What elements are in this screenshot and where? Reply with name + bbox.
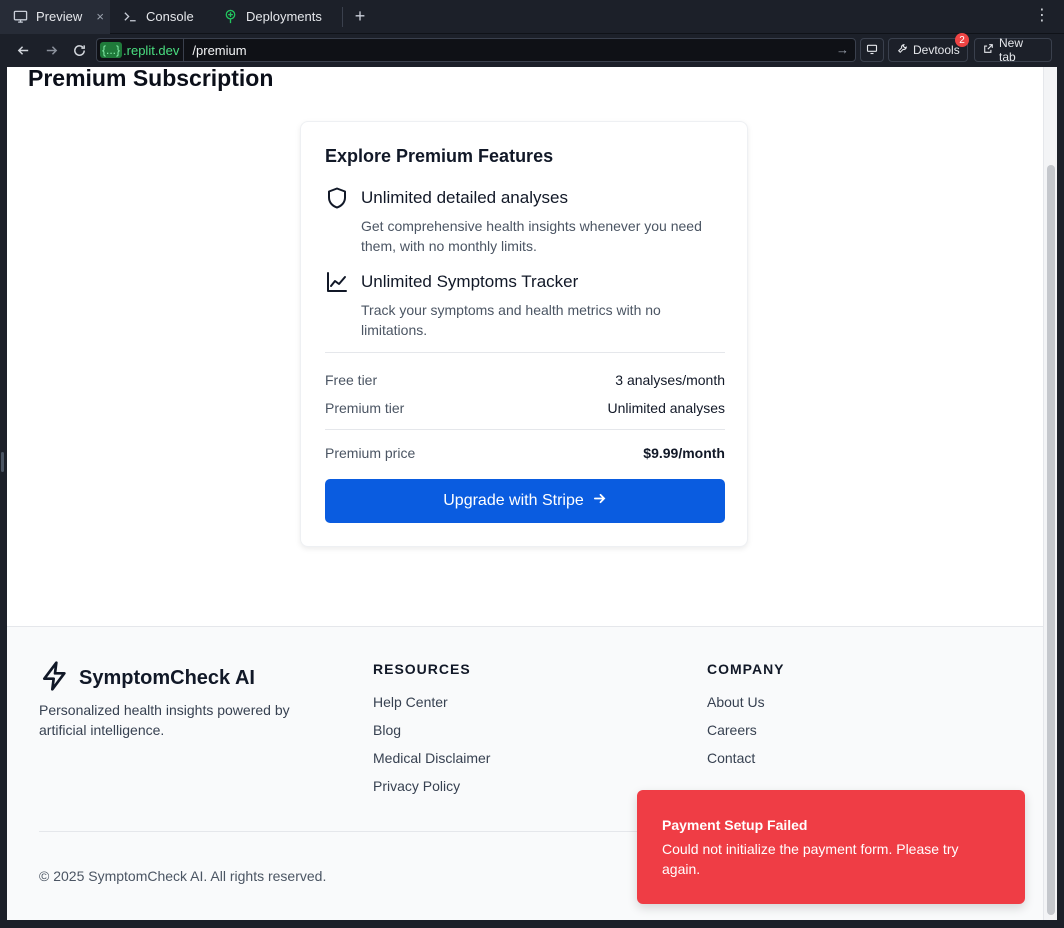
tab-label: Console	[146, 9, 194, 24]
domain-chip[interactable]: {...} .replit.dev	[97, 39, 185, 61]
feature-item: Unlimited detailed analyses Get comprehe…	[325, 186, 725, 256]
devtools-badge: 2	[955, 33, 969, 47]
tab-preview[interactable]: Preview ×	[0, 0, 110, 34]
forward-arrow-icon[interactable]	[37, 36, 65, 64]
footer-company-column: COMPANY About Us Careers Contact	[707, 661, 785, 776]
arrow-right-icon	[592, 491, 607, 511]
footer-link-privacy-policy[interactable]: Privacy Policy	[373, 776, 490, 804]
tier-row: Premium tier Unlimited analyses	[325, 400, 725, 416]
scrollbar-thumb[interactable]	[1047, 165, 1055, 915]
tier-row: Free tier 3 analyses/month	[325, 372, 725, 388]
domain-text: .replit.dev	[123, 42, 180, 58]
footer-resources-column: RESOURCES Help Center Blog Medical Discl…	[373, 661, 490, 804]
tab-label: Deployments	[246, 9, 322, 24]
footer-link-contact[interactable]: Contact	[707, 748, 785, 776]
new-tab-button[interactable]: New tab	[974, 36, 1052, 64]
feature-description: Track your symptoms and health metrics w…	[361, 302, 661, 338]
deployments-icon	[222, 9, 238, 25]
page-scrollbar[interactable]	[1043, 67, 1057, 920]
wrench-icon	[897, 43, 908, 57]
column-heading: RESOURCES	[373, 661, 471, 677]
card-title: Explore Premium Features	[325, 146, 554, 166]
brand-description: Personalized health insights powered by …	[39, 702, 290, 738]
new-tab-plus-icon[interactable]: +	[343, 0, 377, 34]
url-path[interactable]: /premium	[192, 43, 246, 58]
tier-label: Premium tier	[325, 400, 405, 416]
brand-name: SymptomCheck AI	[79, 667, 255, 689]
tier-value: 3 analyses/month	[615, 372, 725, 388]
close-tab-icon[interactable]: ×	[96, 9, 104, 24]
more-menu-icon[interactable]: ⋮	[1034, 8, 1050, 24]
price-value: $9.99/month	[643, 445, 725, 461]
price-label: Premium price	[325, 445, 416, 461]
column-heading: COMPANY	[707, 661, 785, 677]
cta-label: Upgrade with Stripe	[443, 492, 584, 509]
copyright-text: © 2025 SymptomCheck AI. All rights reser…	[39, 868, 327, 884]
price-row: Premium price $9.99/month	[325, 445, 725, 461]
resize-handle[interactable]	[1, 452, 4, 472]
tier-value: Unlimited analyses	[607, 400, 726, 416]
footer-link-help-center[interactable]: Help Center	[373, 692, 490, 720]
address-bar[interactable]: {...} .replit.dev /premium →	[96, 38, 856, 62]
feature-item: Unlimited Symptoms Tracker Track your sy…	[325, 270, 725, 340]
monitor-icon	[12, 9, 28, 25]
line-chart-icon	[325, 270, 349, 294]
go-arrow-icon[interactable]: →	[836, 42, 849, 57]
tab-label: Preview	[36, 9, 83, 24]
tier-label: Free tier	[325, 372, 378, 388]
toast-title: Payment Setup Failed	[662, 817, 808, 833]
lightning-bolt-icon	[39, 660, 71, 697]
footer-brand[interactable]: SymptomCheck AI	[39, 660, 255, 697]
page-title: Premium Subscription	[28, 67, 274, 91]
footer-link-about-us[interactable]: About Us	[707, 692, 785, 720]
feature-description: Get comprehensive health insights whenev…	[361, 218, 702, 254]
devtools-label: Devtools	[913, 43, 960, 57]
feature-title: Unlimited Symptoms Tracker	[361, 272, 579, 291]
page-viewport: Premium Subscription Explore Premium Fea…	[7, 67, 1057, 920]
domain-braces: {...}	[100, 42, 123, 58]
divider	[325, 352, 725, 353]
tab-console[interactable]: Console	[110, 0, 210, 34]
terminal-icon	[122, 9, 138, 25]
premium-features-card: Explore Premium Features Unlimited detai…	[300, 121, 748, 547]
devtools-button[interactable]: Devtools 2	[888, 33, 969, 62]
toast-message: Could not initialize the payment form. P…	[662, 841, 959, 877]
shield-icon	[325, 186, 349, 210]
back-arrow-icon[interactable]	[9, 36, 37, 64]
footer-link-blog[interactable]: Blog	[373, 720, 490, 748]
error-toast[interactable]: Payment Setup Failed Could not initializ…	[637, 790, 1025, 904]
browser-tab-bar: Preview × Console Deployments + ⋮	[0, 0, 1064, 34]
device-toggle-button[interactable]	[860, 38, 884, 62]
footer-link-careers[interactable]: Careers	[707, 720, 785, 748]
divider	[325, 429, 725, 430]
browser-url-bar: {...} .replit.dev /premium → Devtools 2 …	[0, 33, 1064, 66]
new-tab-label: New tab	[999, 36, 1024, 64]
feature-title: Unlimited detailed analyses	[361, 188, 568, 207]
footer-link-medical-disclaimer[interactable]: Medical Disclaimer	[373, 748, 490, 776]
reload-icon[interactable]	[65, 36, 93, 64]
tab-deployments[interactable]: Deployments	[210, 0, 342, 34]
screen-icon	[866, 43, 878, 58]
upgrade-with-stripe-button[interactable]: Upgrade with Stripe	[325, 479, 725, 523]
external-link-icon	[983, 43, 994, 57]
